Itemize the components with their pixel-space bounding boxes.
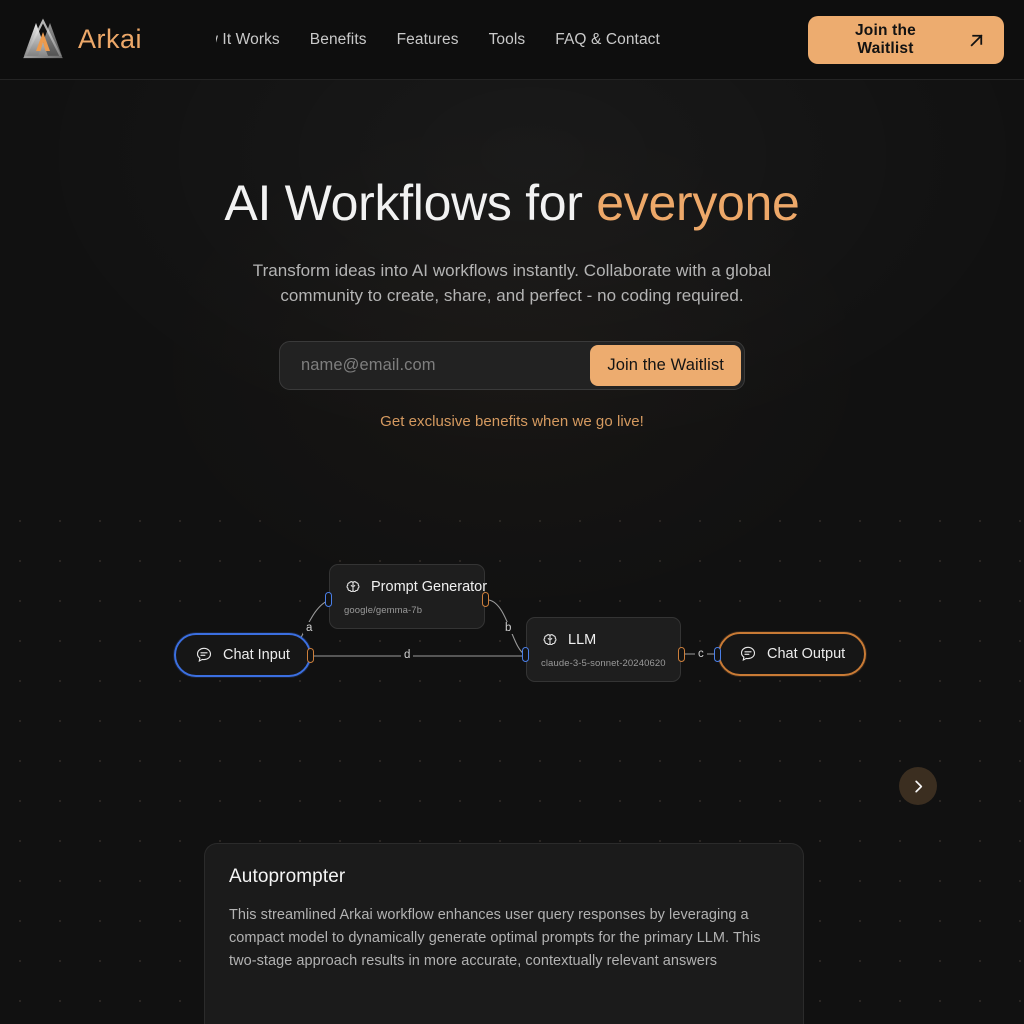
site-header: Arkai ow It Works Benefits Features Tool… [0, 0, 1024, 80]
brain-icon [541, 631, 559, 649]
edge-label-d: d [401, 649, 414, 661]
chat-output-input-port[interactable] [714, 647, 721, 662]
chat-input-output-port[interactable] [306, 648, 314, 663]
workflow-node-chat-output[interactable]: Chat Output [714, 632, 867, 676]
info-card-title: Autoprompter [229, 866, 346, 887]
llm-model: claude-3-5-sonnet-20240620 [541, 658, 666, 669]
workflow-node-llm[interactable]: LLM claude-3-5-sonnet-20240620 [522, 617, 685, 682]
edge-label-b: b [502, 622, 515, 634]
llm-title: LLM [568, 632, 597, 648]
chevron-right-icon [911, 779, 926, 794]
chat-bubble-icon [739, 645, 757, 663]
prompt-generator-output-port[interactable] [482, 592, 489, 607]
header-cta-label: Join the Waitlist [854, 22, 917, 57]
edge-label-c: c [695, 648, 707, 660]
email-input[interactable] [283, 345, 591, 387]
header-join-waitlist-button[interactable]: Join the Waitlist [808, 16, 1004, 64]
arrow-up-right-icon [967, 31, 986, 50]
prompt-generator-title: Prompt Generator [371, 579, 488, 595]
brain-icon [344, 578, 362, 596]
hero-section: AI Workflows for everyone Transform idea… [0, 80, 1024, 430]
workflow-node-prompt-generator[interactable]: Prompt Generator google/gemma-7b [325, 564, 489, 629]
workflow-diagram: Chat Input Prompt Generator google/gemma… [0, 540, 1024, 740]
headline-main-text: AI Workflows for [224, 175, 597, 231]
prompt-generator-model: google/gemma-7b [344, 605, 423, 616]
nav-item-faq-contact[interactable]: FAQ & Contact [555, 31, 660, 49]
nav-item-how-it-works[interactable]: ow It Works [216, 31, 280, 49]
prompt-generator-input-port[interactable] [325, 592, 332, 607]
edge-label-a: a [303, 622, 316, 634]
workflow-info-card: Autoprompter This streamlined Arkai work… [204, 843, 804, 1024]
nav-item-tools[interactable]: Tools [489, 31, 526, 49]
nav-item-features[interactable]: Features [397, 31, 459, 49]
hero-headline: AI Workflows for everyone [0, 175, 1024, 231]
carousel-next-button[interactable] [899, 767, 937, 805]
llm-input-port[interactable] [522, 647, 529, 662]
nav-item-benefits[interactable]: Benefits [310, 31, 367, 49]
headline-accent-text: everyone [596, 175, 800, 231]
llm-output-port[interactable] [678, 647, 685, 662]
workflow-edges [283, 599, 720, 657]
workflow-node-chat-input[interactable]: Chat Input [174, 633, 314, 677]
page-root: Arkai ow It Works Benefits Features Tool… [0, 0, 1024, 1024]
arkai-triangle-logo-icon [20, 17, 66, 63]
signup-note: Get exclusive benefits when we go live! [380, 413, 644, 431]
chat-output-label: Chat Output [767, 646, 846, 662]
hero-join-waitlist-button[interactable]: Join the Waitlist [590, 345, 741, 387]
brand-name: Arkai [78, 24, 143, 54]
hero-subheadline: Transform ideas into AI workflows instan… [252, 261, 772, 305]
info-card-body: This streamlined Arkai workflow enhances… [229, 907, 761, 970]
primary-nav: ow It Works Benefits Features Tools FAQ … [216, 31, 660, 49]
brand-logo[interactable]: Arkai [20, 17, 142, 63]
chat-bubble-icon [195, 646, 213, 664]
waitlist-signup-form: Join the Waitlist [279, 341, 745, 391]
chat-input-label: Chat Input [223, 647, 290, 663]
